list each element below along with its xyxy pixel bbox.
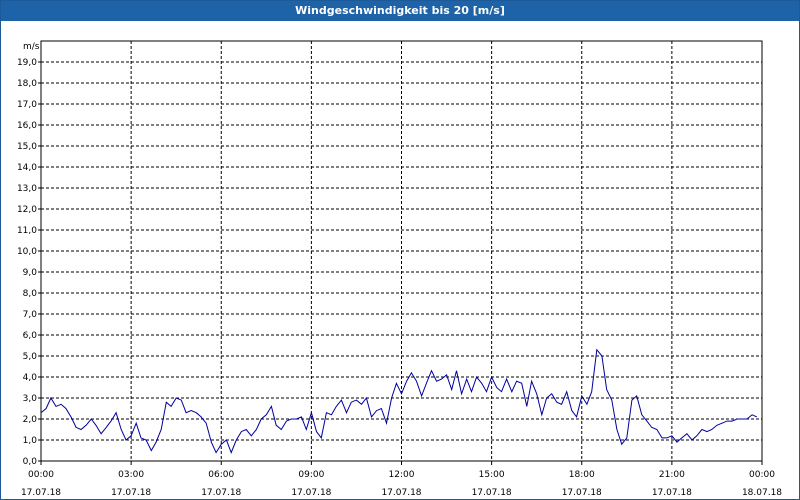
x-tick-date-label: 17.07.18 <box>201 488 241 498</box>
y-tick-label: 13,0 <box>17 184 37 194</box>
y-tick-label: 0,0 <box>23 457 38 467</box>
x-tick-time-label: 06:00 <box>208 470 234 480</box>
y-tick-label: 18,0 <box>17 79 37 89</box>
series <box>40 348 758 454</box>
y-axis-unit-label: m/s <box>23 42 40 52</box>
x-tick-time-label: 03:00 <box>118 470 144 480</box>
y-tick-label: 4,0 <box>23 373 38 383</box>
y-tick-label: 12,0 <box>17 205 37 215</box>
wind-speed-line <box>40 348 758 454</box>
x-tick-date-label: 17.07.18 <box>652 488 692 498</box>
chart-window: Windgeschwindigkeit bis 20 [m/s] m/s 0,0… <box>0 0 800 500</box>
y-tick-label: 11,0 <box>17 226 37 236</box>
y-tick-label: 8,0 <box>23 289 38 299</box>
x-tick-time-label: 21:00 <box>659 470 685 480</box>
y-tick-label: 2,0 <box>23 415 38 425</box>
y-tick-label: 19,0 <box>17 58 37 68</box>
y-tick-label: 9,0 <box>23 268 38 278</box>
x-tick-time-label: 15:00 <box>479 470 505 480</box>
y-tick-label: 17,0 <box>17 100 37 110</box>
x-tick-date-label: 17.07.18 <box>472 488 512 498</box>
y-tick-label: 1,0 <box>23 436 38 446</box>
x-tick-date-label: 17.07.18 <box>111 488 151 498</box>
y-tick-label: 15,0 <box>17 142 37 152</box>
y-tick-label: 16,0 <box>17 121 37 131</box>
x-tick-time-label: 09:00 <box>298 470 324 480</box>
grid <box>41 41 762 461</box>
wind-speed-chart: m/s 0,0 1,0 2,0 3,0 4,0 5,0 6,0 7,0 8,0 9,0 10,0 11… <box>17 40 782 498</box>
y-tick-label: 14,0 <box>17 163 37 173</box>
window-title: Windgeschwindigkeit bis 20 [m/s] <box>1 1 799 21</box>
y-tick-label: 10,0 <box>17 247 37 257</box>
x-tick-date-label: 17.07.18 <box>562 488 602 498</box>
y-tick-label: 6,0 <box>23 331 38 341</box>
y-tick-label: 3,0 <box>23 394 38 404</box>
x-tick-date-label: 17.07.18 <box>21 488 61 498</box>
x-tick-time-label: 00:00 <box>749 470 775 480</box>
x-tick-time-label: 00:00 <box>28 470 54 480</box>
y-tick-label: 5,0 <box>23 352 38 362</box>
x-tick-date-label: 17.07.18 <box>381 488 421 498</box>
axis-ticks: 0,0 1,0 2,0 3,0 4,0 5,0 6,0 7,0 8,0 9,0 10,0 11,0 12… <box>17 58 782 498</box>
x-tick-time-label: 18:00 <box>569 470 595 480</box>
x-tick-time-label: 12:00 <box>389 470 415 480</box>
y-tick-label: 7,0 <box>23 310 38 320</box>
x-tick-date-label: 17.07.18 <box>291 488 331 498</box>
x-tick-date-label: 18.07.18 <box>742 488 782 498</box>
